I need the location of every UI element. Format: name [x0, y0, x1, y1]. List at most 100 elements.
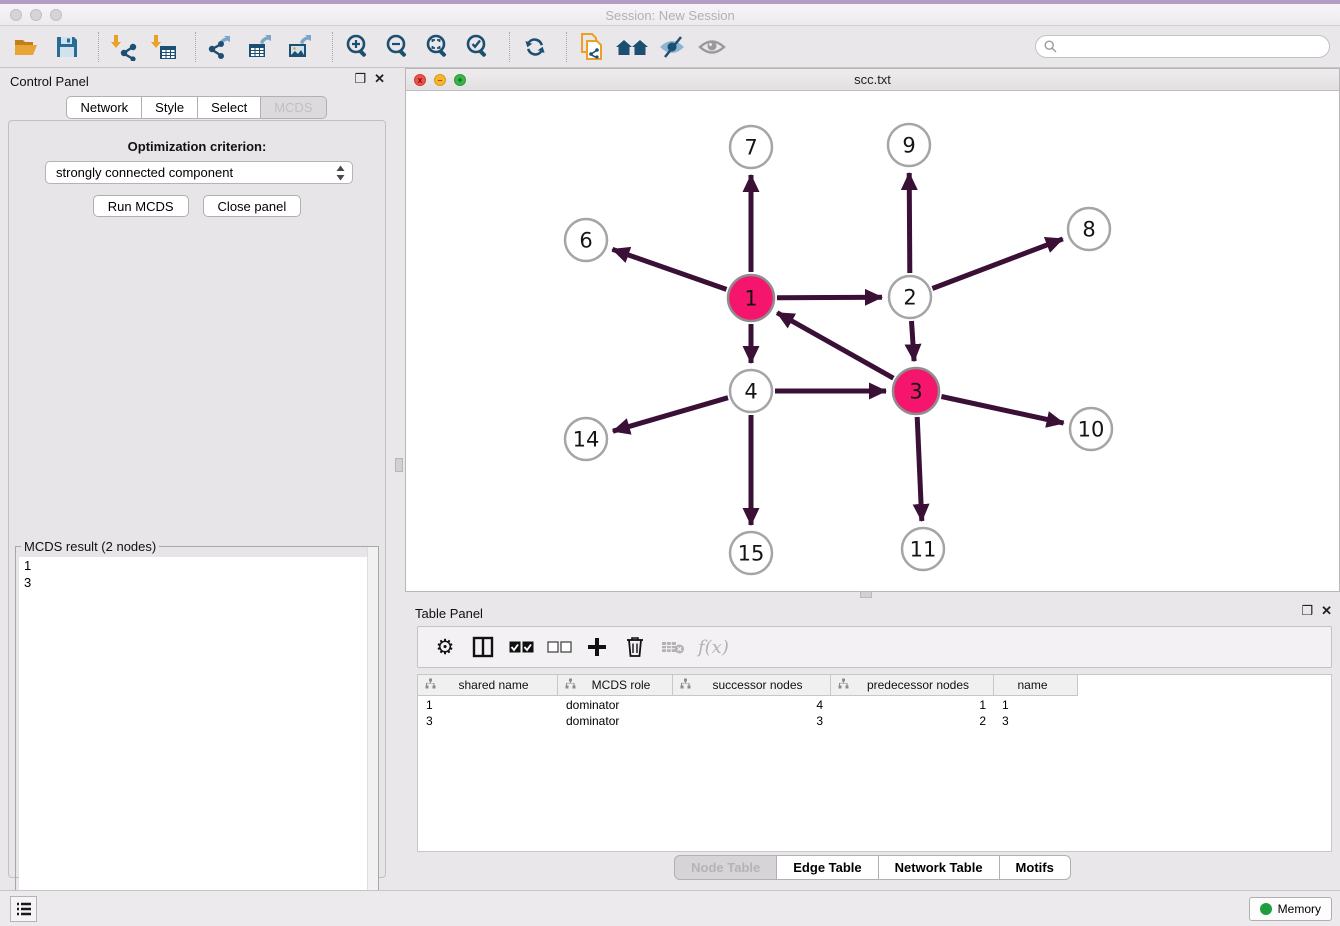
zoom-in-icon[interactable]	[341, 31, 375, 63]
network-window-title: scc.txt	[406, 72, 1339, 87]
network-view-window: x – + scc.txt 7 9 6 8 1 2 4 3 14 10 15 11	[405, 68, 1340, 592]
select-all-columns-icon[interactable]	[508, 634, 534, 660]
optimization-criterion-dropdown[interactable]: strongly connected component	[45, 161, 353, 184]
cell-shared-name[interactable]: 1	[418, 697, 558, 713]
memory-label: Memory	[1278, 902, 1321, 916]
add-column-icon[interactable]	[584, 634, 610, 660]
graph-node-10[interactable]: 10	[1070, 408, 1112, 450]
column-header-successor-nodes[interactable]: successor nodes	[673, 675, 831, 695]
control-panel-title: Control Panel	[10, 74, 89, 89]
graph-node-label: 7	[744, 136, 757, 160]
export-image-icon[interactable]	[284, 31, 318, 63]
table-row[interactable]: 1dominator411	[418, 697, 1078, 713]
main-toolbar	[0, 26, 1340, 68]
graph-edge-2-3[interactable]	[912, 321, 915, 361]
tab-edge-table[interactable]: Edge Table	[776, 855, 877, 880]
deselect-all-columns-icon[interactable]	[546, 634, 572, 660]
graph-node-9[interactable]: 9	[888, 124, 930, 166]
import-network-icon[interactable]	[107, 31, 141, 63]
graph-edge-3-11[interactable]	[917, 417, 922, 521]
splitter-grip[interactable]	[860, 591, 872, 598]
toolbar-separator	[98, 32, 99, 62]
clone-network-icon[interactable]	[575, 31, 609, 63]
toolbar-separator	[566, 32, 567, 62]
toolbar-separator	[509, 32, 510, 62]
column-header-mcds-role[interactable]: MCDS role	[558, 675, 673, 695]
graph-edge-3-1[interactable]	[777, 313, 893, 379]
cell-name[interactable]: 3	[994, 713, 1078, 729]
refresh-icon[interactable]	[518, 31, 552, 63]
network-window-titlebar: x – + scc.txt	[406, 69, 1339, 91]
horizontal-splitter[interactable]	[405, 592, 1340, 600]
column-header-name[interactable]: name	[994, 675, 1078, 695]
hide-eye-icon[interactable]	[655, 31, 689, 63]
close-panel-icon[interactable]: ✕	[1321, 604, 1332, 617]
graph-node-label: 10	[1078, 418, 1105, 442]
table-settings-gear-icon[interactable]: ⚙	[432, 634, 458, 660]
graph-edge-3-10[interactable]	[941, 397, 1063, 424]
tab-network[interactable]: Network	[66, 96, 141, 119]
table-row[interactable]: 3dominator323	[418, 713, 1078, 729]
cell-predecessor-nodes[interactable]: 2	[831, 713, 994, 729]
graph-node-15[interactable]: 15	[730, 532, 772, 574]
cell-mcds-role[interactable]: dominator	[558, 713, 673, 729]
cell-successor-nodes[interactable]: 3	[673, 713, 831, 729]
close-panel-icon[interactable]: ✕	[374, 72, 385, 85]
show-eye-icon[interactable]	[695, 31, 729, 63]
graph-edge-4-14[interactable]	[613, 398, 728, 432]
tab-node-table[interactable]: Node Table	[674, 855, 776, 880]
task-history-button[interactable]	[10, 896, 37, 922]
tab-select[interactable]: Select	[197, 96, 260, 119]
table-panel-title: Table Panel	[415, 606, 483, 621]
run-mcds-button[interactable]: Run MCDS	[93, 195, 189, 217]
search-field[interactable]	[1035, 35, 1330, 58]
open-session-icon[interactable]	[10, 31, 44, 63]
graph-node-14[interactable]: 14	[565, 418, 607, 460]
column-header-predecessor-nodes[interactable]: predecessor nodes	[831, 675, 994, 695]
column-header-shared-name[interactable]: shared name	[418, 675, 558, 695]
graph-node-4[interactable]: 4	[730, 370, 772, 412]
vertical-splitter[interactable]	[393, 68, 405, 890]
close-panel-button[interactable]: Close panel	[203, 195, 302, 217]
tab-motifs[interactable]: Motifs	[999, 855, 1071, 880]
cell-name[interactable]: 1	[994, 697, 1078, 713]
cell-successor-nodes[interactable]: 4	[673, 697, 831, 713]
float-panel-icon[interactable]: ❒	[354, 72, 366, 85]
graph-node-11[interactable]: 11	[902, 528, 944, 570]
graph-node-3[interactable]: 3	[893, 368, 939, 414]
graph-node-8[interactable]: 8	[1068, 208, 1110, 250]
network-graph[interactable]: 7 9 6 8 1 2 4 3 14 10 15 11	[406, 91, 1339, 592]
tab-mcds[interactable]: MCDS	[260, 96, 326, 119]
export-network-icon[interactable]	[204, 31, 238, 63]
graph-node-7[interactable]: 7	[730, 126, 772, 168]
zoom-selected-icon[interactable]	[461, 31, 495, 63]
node-table[interactable]: shared nameMCDS rolesuccessor nodesprede…	[417, 674, 1332, 852]
zoom-fit-icon[interactable]	[421, 31, 455, 63]
cell-shared-name[interactable]: 3	[418, 713, 558, 729]
float-panel-icon[interactable]: ❒	[1301, 604, 1313, 617]
graph-edge-1-2[interactable]	[777, 297, 882, 298]
tab-style[interactable]: Style	[141, 96, 197, 119]
result-scrollbar[interactable]	[367, 547, 378, 923]
tab-network-table[interactable]: Network Table	[878, 855, 999, 880]
save-session-icon[interactable]	[50, 31, 84, 63]
cell-mcds-role[interactable]: dominator	[558, 697, 673, 713]
graph-node-1[interactable]: 1	[728, 275, 774, 321]
export-table-icon[interactable]	[244, 31, 278, 63]
graph-node-2[interactable]: 2	[889, 276, 931, 318]
network-canvas[interactable]: 7 9 6 8 1 2 4 3 14 10 15 11	[406, 91, 1339, 591]
graph-node-6[interactable]: 6	[565, 219, 607, 261]
memory-button[interactable]: Memory	[1249, 897, 1332, 921]
graph-edge-1-6[interactable]	[612, 249, 726, 289]
column-select-icon[interactable]	[470, 634, 496, 660]
search-input[interactable]	[1062, 40, 1321, 54]
home-views-icon[interactable]	[615, 31, 649, 63]
delete-column-trash-icon[interactable]	[622, 634, 648, 660]
cell-predecessor-nodes[interactable]: 1	[831, 697, 994, 713]
zoom-out-icon[interactable]	[381, 31, 415, 63]
graph-node-label: 1	[744, 287, 757, 311]
import-table-icon[interactable]	[147, 31, 181, 63]
graph-edge-2-9[interactable]	[909, 173, 910, 273]
graph-edge-2-8[interactable]	[932, 239, 1062, 289]
splitter-grip[interactable]	[395, 458, 403, 472]
